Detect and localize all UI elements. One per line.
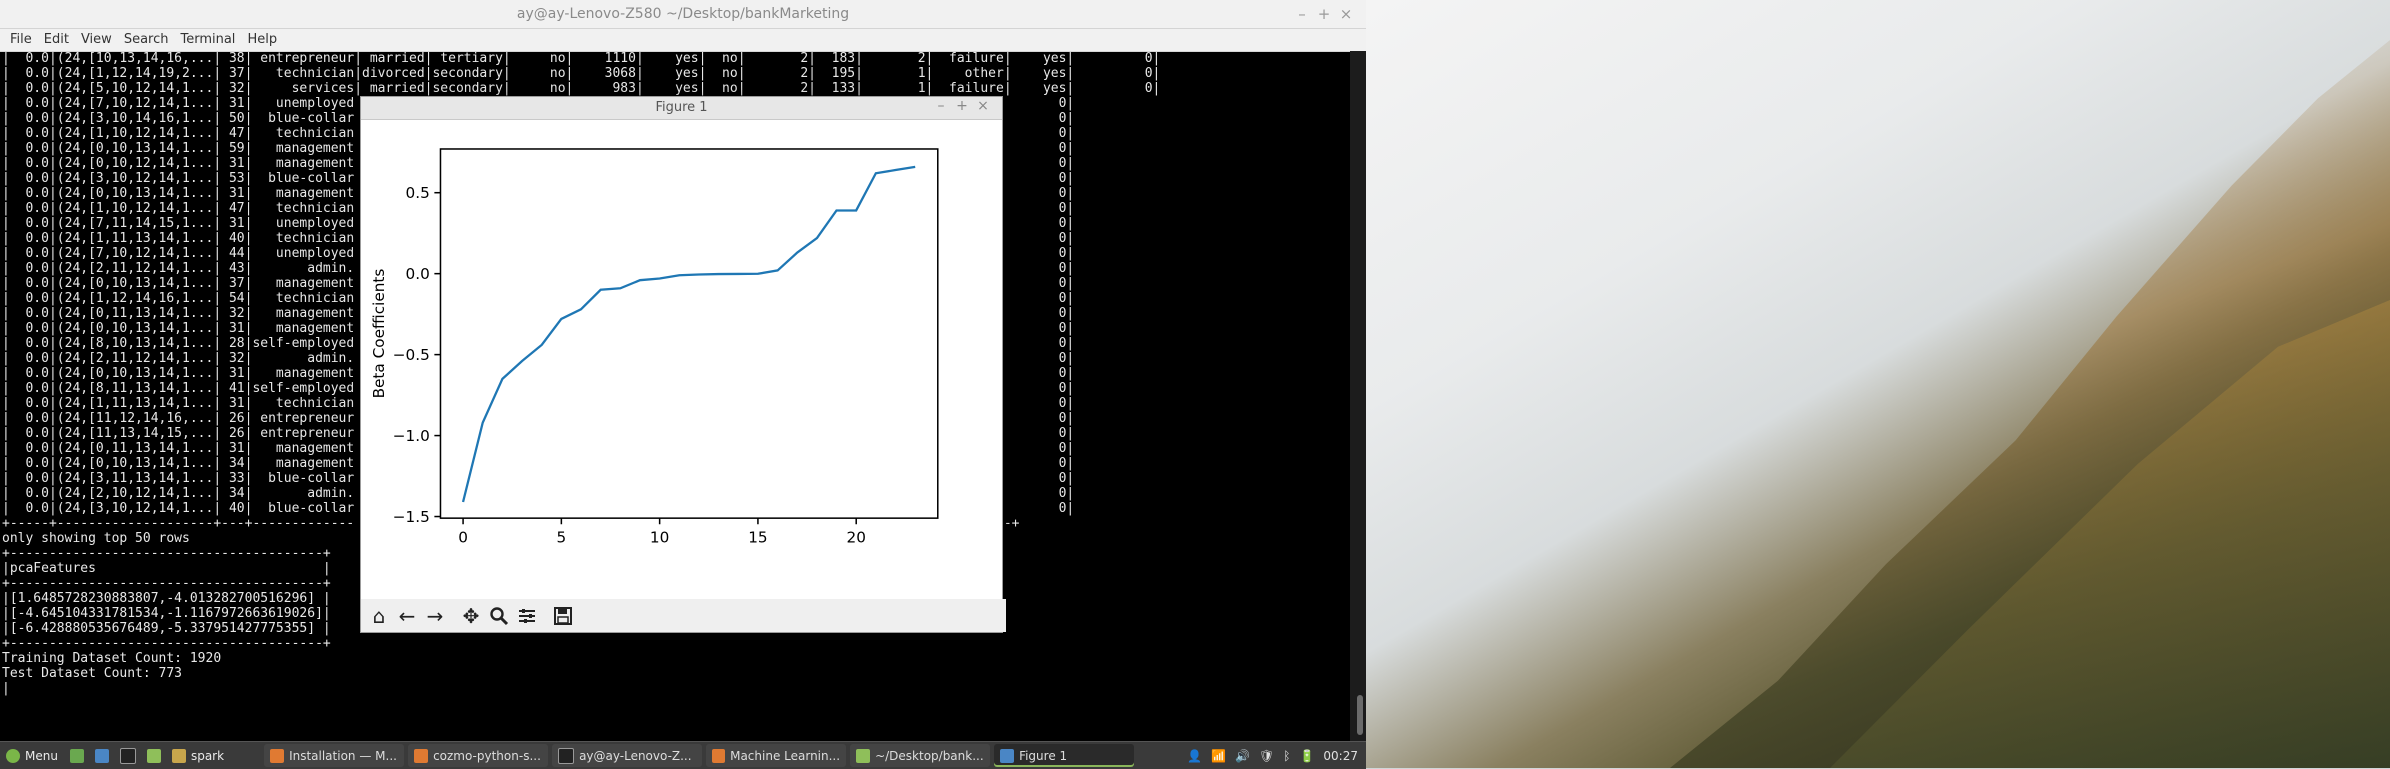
terminal-menubar: File Edit View Search Terminal Help (0, 29, 1366, 52)
taskbar-app-cozmo[interactable]: cozmo-python-s... (408, 744, 548, 767)
terminal-titlebar[interactable]: ay@ay-Lenovo-Z580 ~/Desktop/bankMarketin… (0, 0, 1366, 29)
files-launcher-icon[interactable] (147, 749, 161, 763)
figure-titlebar[interactable]: Figure 1 – + × (361, 97, 1002, 120)
folder-spark[interactable]: spark (172, 742, 224, 769)
y-tick-label: −1.5 (393, 508, 430, 526)
pan-icon[interactable]: ✥ (457, 602, 485, 630)
figure-window[interactable]: Figure 1 – + × 0 5 10 15 20 0.5 0.0 −0.5 −1.0 −1.… (360, 96, 1003, 633)
maximize-icon[interactable]: + (1314, 4, 1334, 24)
browser-icon (414, 749, 428, 763)
menu-label: Menu (25, 749, 58, 763)
menu-help[interactable]: Help (241, 29, 283, 51)
x-tick-label: 5 (557, 529, 567, 547)
maximize-icon[interactable]: + (953, 98, 971, 114)
terminal-title: ay@ay-Lenovo-Z580 ~/Desktop/bankMarketin… (0, 6, 1366, 22)
app-label: Figure 1 (1019, 749, 1067, 763)
menu-search[interactable]: Search (118, 29, 175, 51)
home-icon[interactable]: ⌂ (365, 602, 393, 630)
user-icon[interactable]: 👤 (1187, 749, 1202, 763)
python-icon (1000, 749, 1014, 763)
zoom-icon[interactable] (485, 602, 513, 630)
app-label: cozmo-python-s... (433, 749, 541, 763)
taskbar: Menu spark Installation — M... cozmo-pyt… (0, 741, 1366, 769)
forward-arrow-icon[interactable]: → (421, 602, 449, 630)
save-icon[interactable] (549, 602, 577, 630)
y-axis-label: Beta Coefficients (370, 269, 388, 399)
app-label: Machine Learnin... (730, 749, 840, 763)
terminal-line: Training Dataset Count: 1920 (2, 651, 1352, 666)
plot-frame (440, 149, 937, 518)
x-tick-label: 15 (748, 529, 767, 547)
y-tick-label: 0.5 (406, 184, 430, 202)
terminal-line: | (2, 681, 1352, 696)
taskbar-app-files[interactable]: ~/Desktop/bank... (850, 744, 990, 767)
figure-canvas[interactable]: 0 5 10 15 20 0.5 0.0 −0.5 −1.0 −1.5 Beta Coefficie… (361, 120, 1002, 599)
menu-file[interactable]: File (4, 29, 38, 51)
app-label: ~/Desktop/bank... (875, 749, 984, 763)
system-tray: 👤 📶 🔊 🛡 ᛒ 🔋 00:27 (1187, 749, 1366, 763)
folder-label: spark (191, 749, 224, 763)
x-tick-label: 20 (847, 529, 866, 547)
show-desktop-icon[interactable] (70, 749, 84, 763)
firefox-icon[interactable] (95, 749, 109, 763)
battery-icon[interactable]: 🔋 (1299, 749, 1314, 763)
figure-toolbar: ⌂ ← → ✥ (361, 599, 1006, 632)
mint-logo-icon (6, 749, 20, 763)
close-icon[interactable]: × (1336, 4, 1356, 24)
browser-icon (270, 749, 284, 763)
x-tick-label: 10 (650, 529, 669, 547)
volume-icon[interactable]: 🔊 (1235, 749, 1250, 763)
terminal-icon (558, 748, 574, 764)
y-tick-label: −1.0 (393, 427, 430, 445)
menu-view[interactable]: View (75, 29, 118, 51)
minimize-icon[interactable]: – (932, 98, 950, 114)
x-tick-label: 0 (458, 529, 468, 547)
scrollbar-thumb[interactable] (1357, 695, 1363, 735)
back-arrow-icon[interactable]: ← (393, 602, 421, 630)
app-label: ay@ay-Lenovo-Z... (579, 749, 692, 763)
y-tick-label: 0.0 (406, 265, 430, 283)
update-shield-icon[interactable]: 🛡 (1259, 749, 1274, 763)
taskbar-app-terminal[interactable]: ay@ay-Lenovo-Z... (552, 744, 702, 767)
terminal-scrollbar[interactable] (1350, 51, 1366, 741)
terminal-line: +---------------------------------------… (2, 636, 1352, 651)
browser-icon (712, 749, 725, 763)
menu-terminal[interactable]: Terminal (174, 29, 241, 51)
configure-subplots-icon[interactable] (513, 602, 541, 630)
y-tick-label: −0.5 (393, 346, 430, 364)
clock[interactable]: 00:27 (1323, 749, 1358, 763)
terminal-line: | 0.0|(24,[10,13,14,16,...| 38| entrepre… (2, 51, 1352, 66)
taskbar-app-figure[interactable]: Figure 1 (994, 744, 1134, 767)
line-chart: 0 5 10 15 20 0.5 0.0 −0.5 −1.0 −1.5 Beta Coefficie… (361, 120, 1002, 599)
taskbar-app-installation[interactable]: Installation — M... (264, 744, 404, 767)
network-icon[interactable]: 📶 (1211, 749, 1226, 763)
folder-icon (172, 749, 186, 763)
taskbar-app-machine-learning[interactable]: Machine Learnin... (706, 744, 846, 767)
desktop-wallpaper (1366, 0, 2390, 768)
terminal-line: | 0.0|(24,[1,12,14,19,2...| 37| technici… (2, 66, 1352, 81)
close-icon[interactable]: × (974, 98, 992, 114)
menu-edit[interactable]: Edit (38, 29, 75, 51)
terminal-line: Test Dataset Count: 773 (2, 666, 1352, 681)
app-label: Installation — M... (289, 749, 397, 763)
folder-icon (856, 749, 870, 763)
menu-button[interactable]: Menu (0, 742, 58, 769)
bluetooth-icon[interactable]: ᛒ (1283, 749, 1290, 763)
terminal-line: | 0.0|(24,[5,10,12,14,1...| 32| services… (2, 81, 1352, 96)
terminal-launcher-icon[interactable] (120, 748, 136, 764)
figure-title: Figure 1 (361, 100, 1002, 115)
minimize-icon[interactable]: – (1292, 4, 1312, 24)
